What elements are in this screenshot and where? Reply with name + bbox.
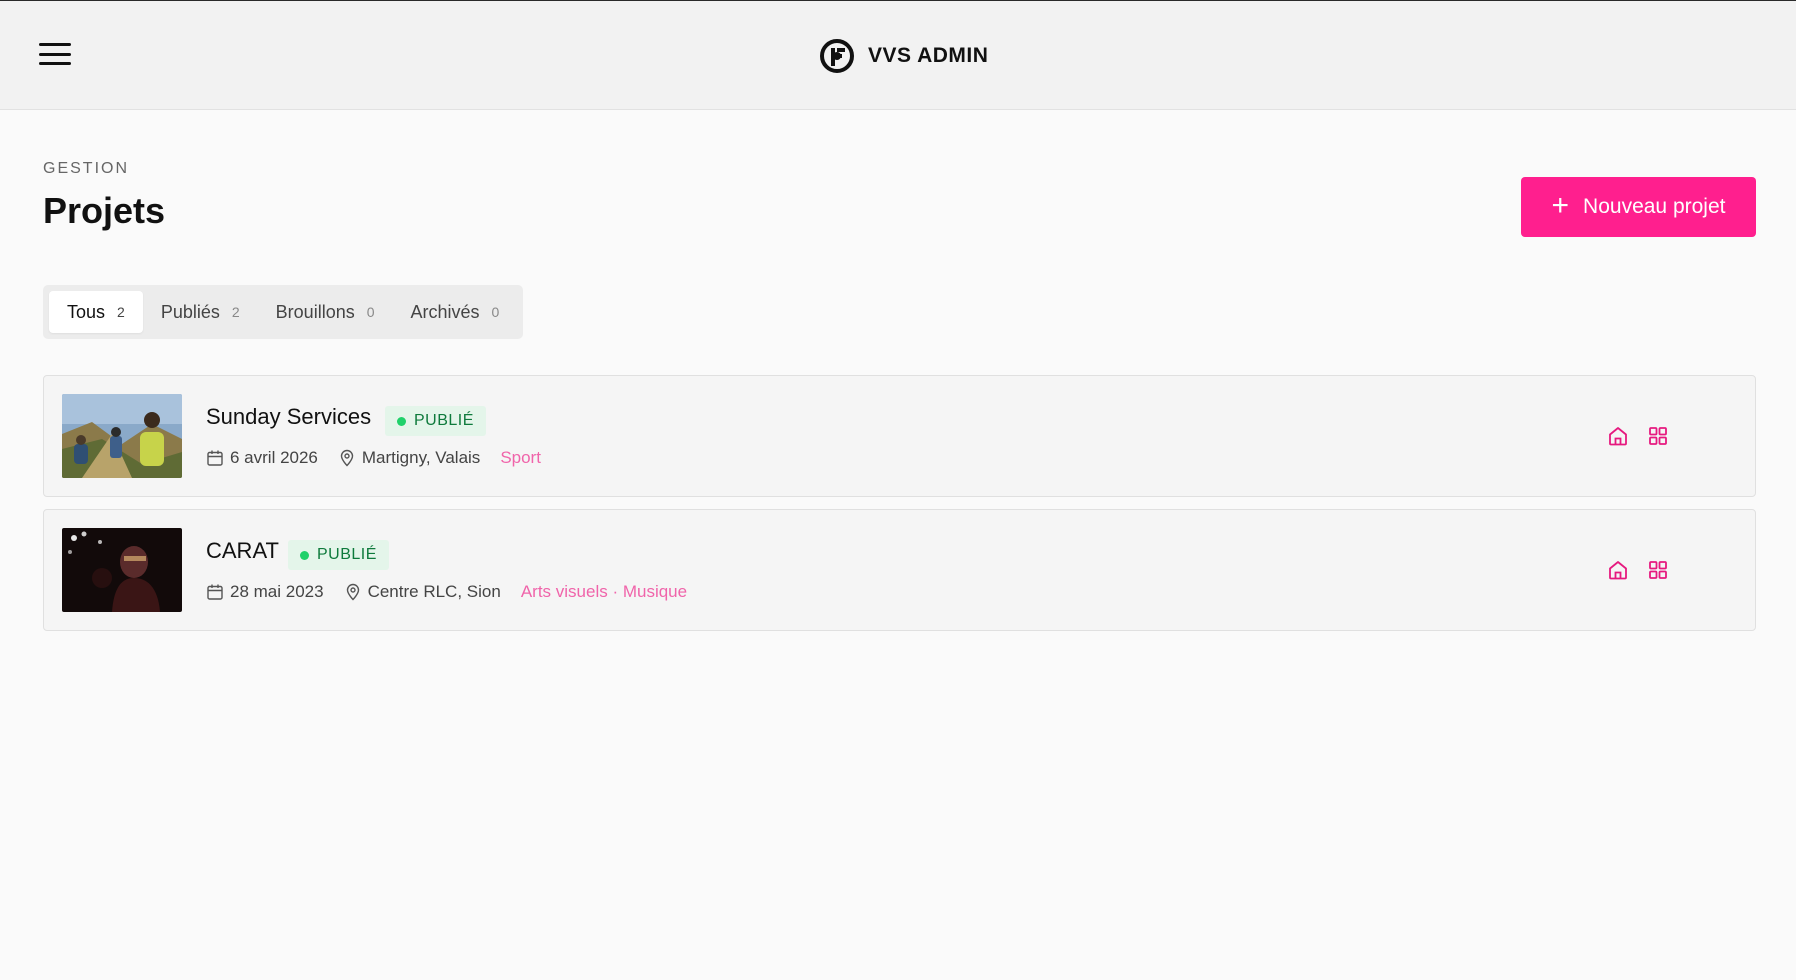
project-thumbnail[interactable] — [62, 394, 182, 478]
project-location: Centre RLC, Sion — [367, 582, 501, 601]
project-date: 6 avril 2026 — [230, 448, 318, 467]
card-actions — [1606, 558, 1670, 582]
status-dot — [300, 550, 309, 560]
tab-count: 0 — [366, 304, 375, 320]
plus-icon: + — [1551, 188, 1570, 222]
new-project-button[interactable]: + Nouveau projet — [1521, 177, 1756, 237]
status-dot — [397, 416, 406, 426]
section-label: GESTION — [43, 160, 130, 177]
tab-label: Tous — [67, 301, 106, 322]
status-badge: PUBLIÉ — [385, 406, 486, 436]
tab-label: Brouillons — [275, 301, 355, 322]
project-card[interactable]: CARAT PUBLIÉ 28 mai 2023 Centre RLC, Sio… — [43, 509, 1756, 631]
project-meta: 28 mai 2023 Centre RLC, Sion Arts visuel… — [206, 580, 687, 604]
brand[interactable]: VVS ADMIN — [820, 37, 988, 75]
grid-icon[interactable] — [1646, 558, 1670, 582]
tab-count: 2 — [117, 304, 125, 320]
tab-tous[interactable]: Tous 2 — [49, 291, 143, 333]
project-name[interactable]: CARAT — [206, 538, 279, 564]
project-name[interactable]: Sunday Services — [206, 404, 371, 430]
location-pin-icon — [340, 449, 354, 467]
calendar-icon — [207, 584, 223, 600]
top-bar: VVS ADMIN — [0, 0, 1796, 110]
page-title: Projets — [43, 190, 166, 231]
location-pin-icon — [346, 583, 359, 601]
project-tags: Arts visuels · Musique — [520, 582, 688, 601]
status-badge: PUBLIÉ — [288, 540, 389, 570]
app-title: VVS ADMIN — [868, 44, 989, 67]
status-label: PUBLIÉ — [317, 546, 377, 563]
tab-publies[interactable]: Publiés 2 — [143, 291, 258, 333]
tab-count: 2 — [231, 304, 240, 320]
tab-label: Publiés — [160, 301, 220, 322]
status-label: PUBLIÉ — [414, 412, 474, 429]
project-date: 28 mai 2023 — [230, 582, 324, 601]
project-card[interactable]: Sunday Services PUBLIÉ 6 avril 2026 Mart… — [43, 375, 1756, 497]
project-meta: 6 avril 2026 Martigny, Valais Sport — [206, 446, 541, 470]
tab-label: Archivés — [410, 301, 480, 322]
vvs-logo-icon — [820, 39, 854, 73]
project-tags: Sport — [500, 448, 541, 467]
home-icon[interactable] — [1606, 424, 1630, 448]
hamburger-icon[interactable] — [36, 39, 74, 69]
calendar-icon — [207, 450, 223, 466]
card-actions — [1606, 424, 1670, 448]
new-project-label: Nouveau projet — [1583, 195, 1726, 218]
grid-icon[interactable] — [1646, 424, 1670, 448]
tab-count: 0 — [491, 304, 500, 320]
tab-archives[interactable]: Archivés 0 — [393, 291, 518, 333]
home-icon[interactable] — [1606, 558, 1630, 582]
project-thumbnail[interactable] — [62, 528, 182, 612]
filter-tabs: Tous 2 Publiés 2 Brouillons 0 Archivés 0 — [43, 285, 524, 339]
project-location: Martigny, Valais — [361, 448, 481, 467]
tab-brouillons[interactable]: Brouillons 0 — [258, 291, 393, 333]
